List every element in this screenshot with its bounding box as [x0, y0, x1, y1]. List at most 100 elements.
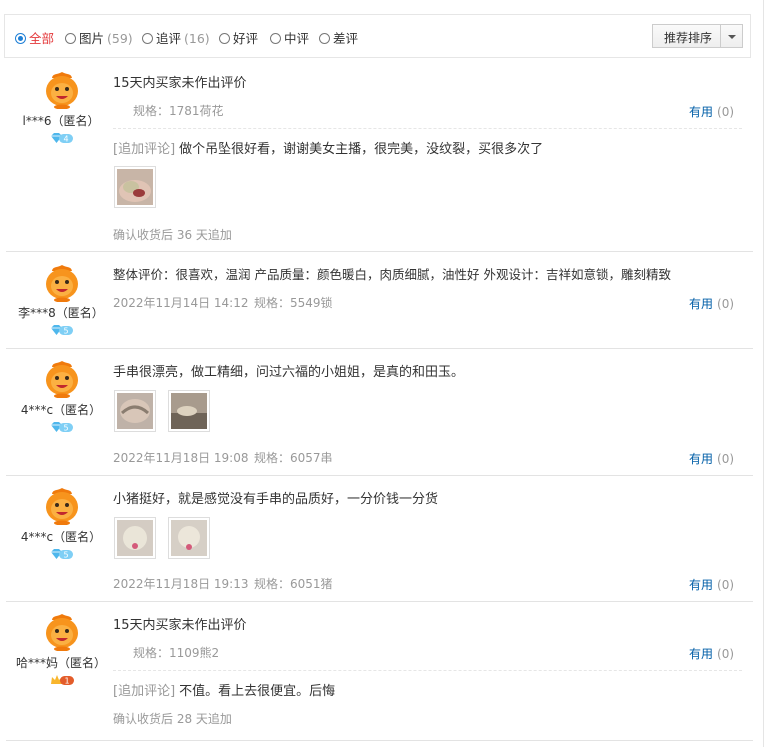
- filter-label: 图片: [79, 31, 105, 46]
- review-filter-bar: 全部 图片 (59) 追评 (16) 好评 中评 差评 推荐排序: [4, 14, 751, 58]
- review-content: 整体评价：很喜欢，温润 产品质量：颜色暖白，肉质细腻，油性好 外观设计：吉祥如意…: [113, 267, 671, 282]
- additional-tag: [追加评论]: [113, 684, 176, 699]
- review-photo[interactable]: [168, 390, 210, 432]
- member-level: 5: [63, 424, 68, 433]
- review-photo[interactable]: [114, 517, 156, 559]
- diamond-icon: 5: [50, 324, 74, 336]
- filter-all[interactable]: 全部: [15, 28, 54, 47]
- username: 4***c（匿名）: [20, 403, 102, 417]
- divider: [113, 128, 742, 129]
- member-level: 5: [63, 551, 68, 560]
- review-photo[interactable]: [114, 390, 156, 432]
- useful-button[interactable]: 有用 (0): [689, 450, 734, 467]
- username: 李***8（匿名）: [18, 306, 104, 320]
- review-item: 4***c（匿名） 5 小猪挺好，就是感觉没有手串的品质好，一分价钱一分货 20…: [0, 476, 753, 601]
- member-level: 4: [63, 135, 68, 144]
- filter-images[interactable]: 图片 (59): [65, 28, 133, 47]
- useful-label: 有用: [689, 647, 714, 661]
- sort-dropdown[interactable]: 推荐排序: [652, 24, 743, 48]
- useful-button[interactable]: 有用 (0): [689, 103, 734, 120]
- review-item: 李***8（匿名） 5 整体评价：很喜欢，温润 产品质量：颜色暖白，肉质细腻，油…: [0, 252, 753, 348]
- review-separator: [6, 740, 753, 741]
- page-right-border: [763, 0, 764, 747]
- useful-count: (0): [717, 578, 735, 592]
- review-item: l***6（匿名） 4 15天内买家未作出评价 规格：1781荷花 有用 (0) …: [0, 60, 753, 251]
- avatar: [42, 611, 82, 651]
- radio-icon[interactable]: [270, 33, 281, 44]
- additional-tag: [追加评论]: [113, 142, 176, 157]
- radio-icon[interactable]: [319, 33, 330, 44]
- username: 哈***妈（匿名）: [15, 656, 106, 670]
- useful-button[interactable]: 有用 (0): [689, 645, 734, 662]
- sort-label: 推荐排序: [664, 31, 713, 45]
- additional-content: 不值。看上去很便宜。后悔: [179, 684, 336, 699]
- diamond-icon: 5: [50, 548, 74, 560]
- useful-button[interactable]: 有用 (0): [689, 576, 734, 593]
- useful-count: (0): [717, 105, 735, 119]
- review-spec: 规格：6057串: [254, 451, 333, 465]
- avatar: [42, 69, 82, 109]
- useful-label: 有用: [689, 297, 714, 311]
- filter-followup[interactable]: 追评 (16): [142, 28, 210, 47]
- radio-icon[interactable]: [65, 33, 76, 44]
- chevron-down-icon[interactable]: [728, 35, 736, 39]
- filter-label: 中评: [284, 31, 310, 46]
- photo-thumbnail: [171, 393, 207, 429]
- useful-label: 有用: [689, 105, 714, 119]
- filter-count: (59): [107, 31, 133, 46]
- radio-icon[interactable]: [15, 33, 26, 44]
- filter-label: 差评: [333, 31, 359, 46]
- review-spec: 规格：5549锁: [254, 296, 333, 310]
- avatar: [42, 358, 82, 398]
- sort-divider: [720, 25, 721, 47]
- filter-label: 追评: [156, 31, 182, 46]
- filter-count: (16): [184, 31, 210, 46]
- crown-icon: 1: [51, 675, 74, 686]
- filter-label: 全部: [29, 31, 55, 46]
- review-item: 4***c（匿名） 5 手串很漂亮，做工精细，问过六福的小姐姐，是真的和田玉。 …: [0, 349, 753, 475]
- member-level: 5: [63, 327, 68, 336]
- useful-button[interactable]: 有用 (0): [689, 295, 734, 312]
- review-date: 2022年11月18日 19:13: [113, 577, 249, 591]
- filter-label: 好评: [233, 31, 259, 46]
- useful-label: 有用: [689, 452, 714, 466]
- review-content: 手串很漂亮，做工精细，问过六福的小姐姐，是真的和田玉。: [113, 365, 465, 380]
- photo-thumbnail: [117, 169, 153, 205]
- radio-icon[interactable]: [219, 33, 230, 44]
- useful-count: (0): [717, 297, 735, 311]
- review-content: 小猪挺好，就是感觉没有手串的品质好，一分价钱一分货: [113, 492, 439, 507]
- review-photo[interactable]: [114, 166, 156, 208]
- avatar: [42, 485, 82, 525]
- review-spec: 规格：6051猪: [254, 577, 333, 591]
- additional-review: [追加评论] 不值。看上去很便宜。后悔: [113, 680, 335, 699]
- diamond-icon: 4: [50, 132, 74, 144]
- filter-positive[interactable]: 好评: [219, 28, 258, 47]
- photo-thumbnail: [117, 520, 153, 556]
- review-photo[interactable]: [168, 517, 210, 559]
- additional-time: 确认收货后 28 天追加: [113, 712, 232, 726]
- diamond-icon: 5: [50, 421, 74, 433]
- review-date: 2022年11月14日 14:12: [113, 296, 249, 310]
- review-content: 15天内买家未作出评价: [113, 618, 247, 633]
- review-item: 哈***妈（匿名） 1 15天内买家未作出评价 规格：1109熊2 有用 (0) …: [0, 602, 753, 747]
- additional-content: 做个吊坠很好看，谢谢美女主播，很完美，没纹裂，买很多次了: [179, 142, 544, 157]
- review-date: 2022年11月18日 19:08: [113, 451, 249, 465]
- review-spec: 规格：1781荷花: [133, 104, 224, 118]
- filter-neutral[interactable]: 中评: [270, 28, 309, 47]
- avatar: [42, 262, 82, 302]
- additional-review: [追加评论] 做个吊坠很好看，谢谢美女主播，很完美，没纹裂，买很多次了: [113, 138, 543, 157]
- username: l***6（匿名）: [22, 114, 100, 128]
- divider: [113, 670, 742, 671]
- useful-count: (0): [717, 647, 735, 661]
- useful-count: (0): [717, 452, 735, 466]
- additional-time: 确认收货后 36 天追加: [113, 228, 232, 242]
- useful-label: 有用: [689, 578, 714, 592]
- username: 4***c（匿名）: [20, 530, 102, 544]
- radio-icon[interactable]: [142, 33, 153, 44]
- photo-thumbnail: [171, 520, 207, 556]
- review-content: 15天内买家未作出评价: [113, 76, 247, 91]
- filter-negative[interactable]: 差评: [319, 28, 358, 47]
- photo-thumbnail: [117, 393, 153, 429]
- member-level: 1: [64, 677, 69, 686]
- review-spec: 规格：1109熊2: [133, 646, 220, 660]
